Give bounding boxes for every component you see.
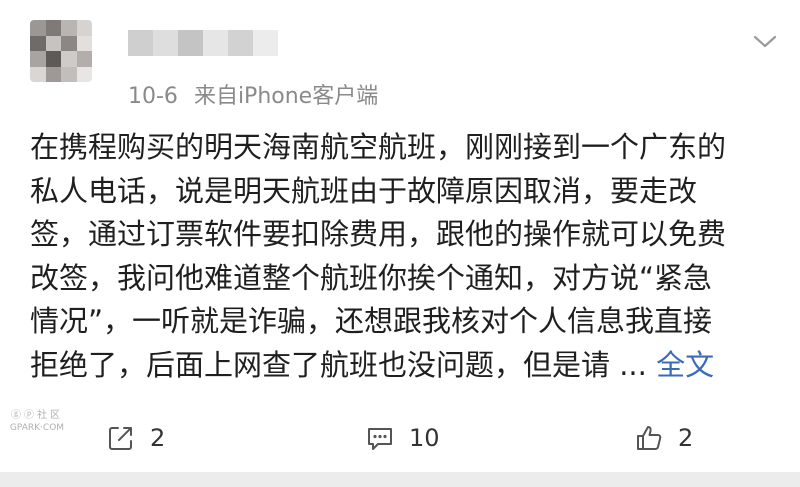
post-text-line: 签，通过订票软件要扣除费用，跟他的操作就可以免费	[30, 217, 727, 251]
share-count: 2	[150, 424, 166, 452]
post-date: 10-6	[128, 84, 178, 109]
post-text-line: 情况”，一听就是诈骗，还想跟我核对个人信息我直接	[30, 304, 713, 338]
action-bar: 2 10 2	[0, 414, 800, 462]
post-text-line: 私人电话，说是明天航班由于故障原因取消，要走改	[30, 173, 698, 208]
post-text-line: 改签，我问他难道整个航班你挨个通知，对方说“紧急	[30, 260, 713, 295]
comment-button[interactable]: 10	[365, 414, 440, 462]
share-icon	[109, 427, 132, 450]
post-meta: 10-6 来自iPhone客户端	[128, 78, 378, 110]
share-button[interactable]: 2	[106, 414, 165, 462]
post-text-line: 在携程购买的明天海南航空航班，刚刚接到一个广东的	[30, 130, 727, 164]
like-button[interactable]: 2	[634, 414, 693, 462]
feed-divider	[0, 472, 800, 487]
username-blurred[interactable]	[128, 30, 278, 56]
post-source: 来自iPhone客户端	[193, 84, 379, 109]
avatar[interactable]	[30, 20, 92, 82]
full-text-link[interactable]: 全文	[656, 348, 714, 382]
comment-icon	[368, 428, 392, 450]
post-text-last-line: 拒绝了，后面上网查了航班也没问题，但是请 ... 全文	[30, 344, 778, 388]
post-text: 在携程购买的明天海南航空航班，刚刚接到一个广东的 私人电话，说是明天航班由于故障…	[30, 126, 778, 387]
chevron-down-icon[interactable]	[748, 30, 782, 52]
like-count: 2	[678, 424, 694, 452]
thumbs-up-icon	[637, 426, 662, 450]
post-text-line: 拒绝了，后面上网查了航班也没问题，但是请 ...	[30, 347, 657, 382]
comment-count: 10	[409, 424, 440, 452]
